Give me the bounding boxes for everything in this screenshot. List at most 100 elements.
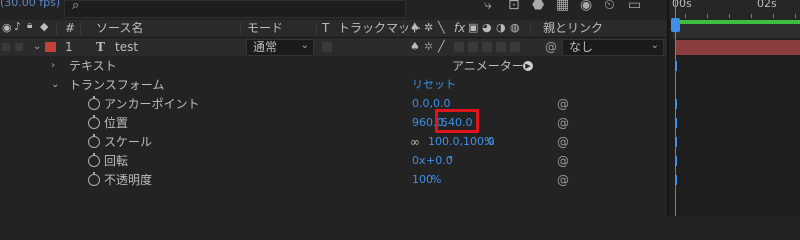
switch-box-blend[interactable]: [468, 42, 478, 52]
stopwatch-icon[interactable]: [88, 172, 100, 186]
stopwatch-icon[interactable]: [88, 115, 100, 129]
shy-icon[interactable]: ♠: [410, 21, 420, 34]
stopwatch-icon[interactable]: [88, 134, 100, 148]
switch-icon-1[interactable]: ⤷: [484, 0, 492, 13]
mode-value: 通常: [253, 40, 278, 54]
switch-icon-3[interactable]: ⬣: [532, 0, 544, 13]
opacity-label: 不透明度: [104, 173, 153, 187]
switch-icon-5[interactable]: ◉: [580, 0, 592, 13]
label-tag-icon[interactable]: ◆: [40, 20, 48, 33]
opacity-row[interactable]: 不透明度 100 % @: [0, 171, 667, 189]
column-source-name[interactable]: ソース名: [96, 20, 143, 37]
tick-mark: [707, 14, 708, 18]
keyframe-marker[interactable]: [675, 61, 677, 71]
pick-whip-icon[interactable]: @: [557, 133, 569, 151]
layer-name[interactable]: test: [115, 38, 138, 56]
rotation-degree-symbol: °: [448, 154, 454, 167]
mode-dropdown[interactable]: 通常 ⌄: [246, 39, 314, 56]
solo-toggle[interactable]: [15, 43, 23, 51]
column-parent-link[interactable]: 親とリンク: [543, 20, 603, 37]
column-hash: #: [65, 21, 76, 35]
layer-panel: (30.00 fps) ⌕ ⤷ ⊡ ⬣ ▦ ◉ ⏲ ▭ ◉ ♪ 🔒︎ ◆ # ソ…: [0, 0, 667, 216]
opacity-value[interactable]: 100: [412, 171, 433, 189]
pick-whip-icon[interactable]: @: [557, 152, 569, 170]
pick-whip-icon[interactable]: @: [557, 114, 569, 132]
adjustment-icon[interactable]: ◑: [496, 21, 506, 34]
parent-value: なし: [569, 40, 594, 54]
pick-whip-icon[interactable]: @: [557, 171, 569, 189]
keyframe-marker[interactable]: [675, 156, 677, 166]
transform-group-label: トランスフォーム: [69, 78, 165, 92]
switch-box-mblur[interactable]: [482, 42, 492, 52]
time-ruler[interactable]: 00s 02s: [669, 0, 800, 20]
layer-duration-bar[interactable]: [675, 40, 800, 55]
layer-row[interactable]: ⌄ 1 T test 通常 ⌄ ♠ ✲ ╱ @ なし ⌄: [0, 38, 667, 56]
animator-play-icon[interactable]: ▶: [523, 61, 533, 71]
parent-dropdown[interactable]: なし ⌄: [562, 39, 664, 56]
pick-whip-icon[interactable]: @: [545, 38, 557, 56]
scale-label: スケール: [104, 135, 153, 149]
position-row[interactable]: 位置 960.0, 540.0 @: [0, 109, 667, 133]
search-icon: ⌕: [72, 0, 80, 13]
switch-icon-7[interactable]: ▭: [628, 0, 641, 13]
keyframe-marker[interactable]: [675, 118, 677, 128]
switch-icon-4[interactable]: ▦: [556, 0, 569, 13]
playhead-handle[interactable]: [671, 18, 680, 32]
text-group-row[interactable]: › テキスト アニメーター : ▶: [0, 57, 667, 75]
lock-icon[interactable]: 🔒︎: [27, 20, 32, 31]
column-t[interactable]: T: [322, 20, 329, 37]
rotation-row[interactable]: 回転 0 x +0.0 ° @: [0, 152, 667, 170]
quality-switch-icon[interactable]: ╱: [438, 38, 445, 56]
column-mode[interactable]: モード: [247, 20, 283, 37]
stopwatch-icon[interactable]: [88, 153, 100, 167]
video-toggle[interactable]: [2, 43, 10, 51]
collapse-icon[interactable]: ✲: [424, 21, 433, 34]
pick-whip-icon[interactable]: @: [557, 95, 569, 113]
stopwatch-icon[interactable]: [88, 96, 100, 110]
tick-mark: [751, 14, 752, 18]
expand-layer-icon[interactable]: ⌄: [33, 38, 41, 56]
tick-mark: [795, 14, 796, 18]
switch-box-fx[interactable]: [454, 42, 464, 52]
chevron-right-icon[interactable]: ›: [51, 57, 55, 75]
keyframe-marker[interactable]: [675, 175, 677, 185]
column-header: ◉ ♪ 🔒︎ ◆ # ソース名 モード T トラックマット ♠ ✲ ╲ fx ▣…: [0, 20, 667, 38]
search-field[interactable]: ⌕: [64, 0, 406, 18]
transform-group-row[interactable]: ⌄ トランスフォーム リセット: [0, 76, 667, 94]
tick-mark: [729, 14, 730, 18]
chevron-down-icon[interactable]: ⌄: [51, 76, 59, 94]
audio-icon[interactable]: ♪: [14, 20, 21, 33]
shy-switch-icon[interactable]: ♠: [410, 38, 420, 56]
switch-box-3d[interactable]: [510, 42, 520, 52]
tick-mark: [685, 14, 686, 18]
3d-layer-icon[interactable]: ◍: [510, 21, 520, 34]
column-fx[interactable]: fx: [454, 20, 465, 37]
timeline-area[interactable]: 00s 02s: [669, 0, 800, 216]
animator-label: アニメーター :: [452, 59, 532, 73]
rotation-label: 回転: [104, 154, 129, 168]
frame-blend-icon[interactable]: ▣: [468, 21, 478, 34]
text-layer-icon: T: [96, 40, 105, 54]
switch-box-adjust[interactable]: [496, 42, 506, 52]
scale-row[interactable]: スケール ∞ 100.0,100.0 % @: [0, 133, 667, 151]
anchor-point-row[interactable]: アンカーポイント 0.0,0.0 @: [0, 95, 667, 113]
label-color-swatch[interactable]: [45, 42, 56, 52]
highlight-box: [435, 109, 479, 133]
reset-link[interactable]: リセット: [412, 76, 456, 94]
chevron-down-icon: ⌄: [650, 40, 659, 51]
tick-label-2s: 02s: [757, 0, 777, 10]
collapse-switch-icon[interactable]: ✲: [424, 38, 433, 56]
tick-mark: [773, 14, 774, 18]
motion-blur-icon[interactable]: ◕: [482, 21, 492, 34]
quality-icon[interactable]: ╲: [438, 21, 445, 34]
position-label: 位置: [104, 116, 129, 130]
keyframe-marker[interactable]: [675, 99, 677, 109]
rotation-revolutions[interactable]: 0: [412, 152, 419, 170]
switch-icon-6[interactable]: ⏲: [604, 0, 615, 13]
keyframe-marker[interactable]: [675, 137, 677, 147]
constrain-link-icon[interactable]: ∞: [410, 133, 420, 151]
switch-icon-2[interactable]: ⊡: [508, 0, 520, 13]
eye-icon[interactable]: ◉: [2, 21, 12, 34]
track-matte-toggle[interactable]: [322, 42, 332, 52]
opacity-unit: %: [431, 173, 442, 186]
